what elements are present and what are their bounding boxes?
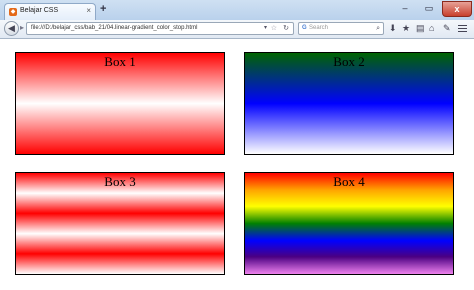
reload-icon[interactable]: ↻ xyxy=(283,23,289,34)
search-input[interactable]: G Search ⌕ xyxy=(298,22,384,35)
gradient-box-2: Box 2 xyxy=(244,52,454,155)
navigation-toolbar: ◀ ▸ file:///D:/belajar_css/bab_21/04.lin… xyxy=(0,20,474,39)
search-placeholder: Search xyxy=(309,25,329,31)
developer-tools-icon[interactable]: ✎ xyxy=(443,23,451,34)
menu-icon[interactable] xyxy=(458,25,467,32)
back-button[interactable]: ◀ xyxy=(4,21,19,36)
page-viewport: Box 1 Box 2 Box 3 Box 4 xyxy=(0,39,474,290)
browser-tab[interactable]: ◆ Belajar CSS × xyxy=(4,3,96,20)
maximize-button[interactable]: ▭ xyxy=(418,1,440,15)
firefox-icon: ◆ xyxy=(9,8,17,16)
new-tab-button[interactable]: + xyxy=(100,3,106,15)
download-icon[interactable]: ⬇ xyxy=(389,23,397,34)
gradient-box-4: Box 4 xyxy=(244,172,454,275)
bookmarks-list-icon[interactable]: ▤ xyxy=(416,23,425,34)
address-bar[interactable]: file:///D:/belajar_css/bab_21/04.linear-… xyxy=(26,22,294,35)
minimize-button[interactable]: – xyxy=(394,1,416,15)
url-text: file:///D:/belajar_css/bab_21/04.linear-… xyxy=(31,25,198,31)
history-dropdown-icon[interactable]: ▾ xyxy=(264,23,267,34)
gradient-box-3: Box 3 xyxy=(15,172,225,275)
search-engine-icon[interactable]: G xyxy=(302,23,307,34)
box-4-label: Box 4 xyxy=(333,174,365,189)
window-titlebar: ◆ Belajar CSS × + – ▭ x xyxy=(0,0,474,20)
tab-close-icon[interactable]: × xyxy=(86,6,91,15)
bookmark-star-icon[interactable]: ☆ xyxy=(271,23,277,34)
box-2-label: Box 2 xyxy=(333,54,365,69)
tab-title: Belajar CSS xyxy=(20,7,59,14)
home-icon[interactable]: ⌂ xyxy=(429,23,434,33)
box-3-label: Box 3 xyxy=(104,174,136,189)
forward-icon[interactable]: ▸ xyxy=(20,23,24,32)
bookmarks-star-icon[interactable]: ★ xyxy=(402,23,410,34)
box-1-label: Box 1 xyxy=(104,54,136,69)
gradient-box-1: Box 1 xyxy=(15,52,225,155)
search-icon[interactable]: ⌕ xyxy=(376,23,380,34)
close-window-button[interactable]: x xyxy=(442,1,472,17)
